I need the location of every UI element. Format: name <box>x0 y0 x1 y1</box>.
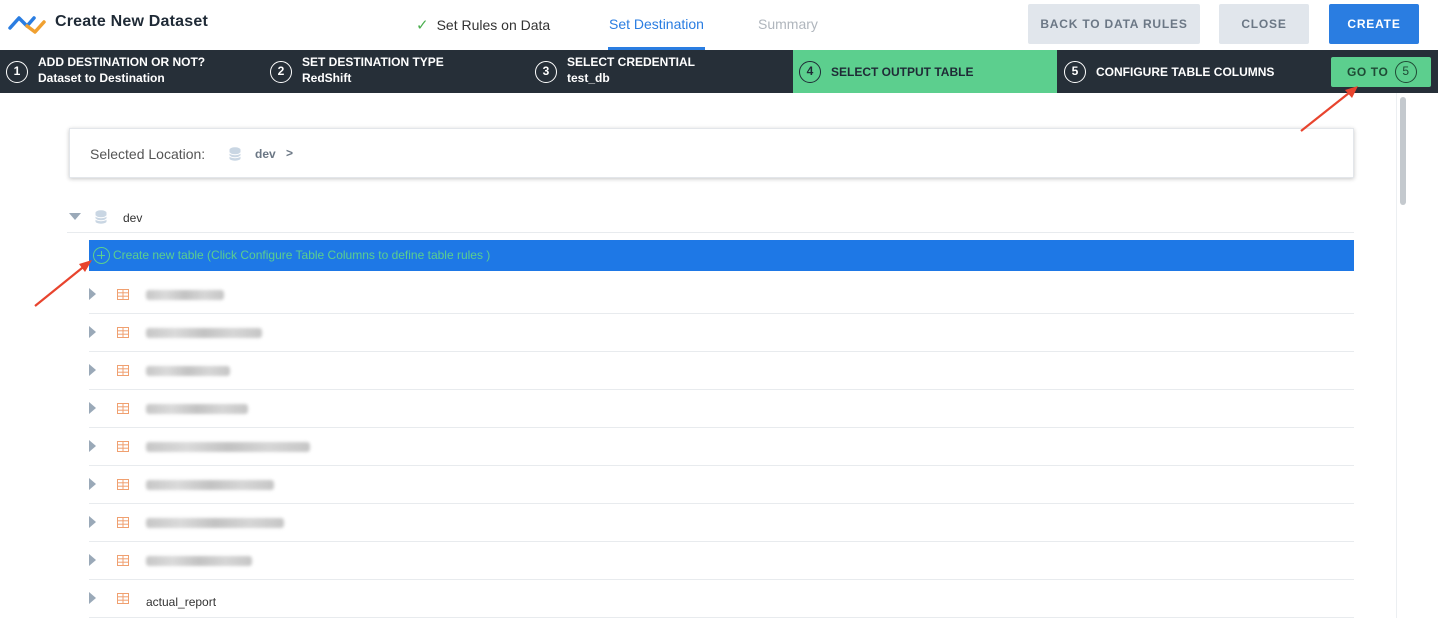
step-title: CONFIGURE TABLE COLUMNS <box>1096 65 1275 79</box>
go-to-step-button[interactable]: GO TO 5 <box>1331 57 1431 87</box>
vertical-scrollbar[interactable] <box>1396 93 1408 618</box>
caret-right-icon[interactable] <box>89 592 96 604</box>
caret-right-icon[interactable] <box>89 364 96 376</box>
go-to-label: GO TO <box>1347 65 1389 79</box>
step-value: RedShift <box>302 71 352 85</box>
checkmark-icon: ✓ <box>416 17 429 34</box>
tab-set-destination[interactable]: Set Destination <box>608 16 705 50</box>
selected-location-card: Selected Location: dev > <box>69 128 1354 178</box>
app-logo-icon <box>8 16 46 34</box>
step-number: 1 <box>6 61 28 83</box>
table-icon <box>117 479 129 490</box>
tab-summary[interactable]: Summary <box>758 16 818 50</box>
table-row[interactable]: actual_report <box>89 580 1354 618</box>
database-icon <box>229 147 241 161</box>
table-icon <box>117 441 129 452</box>
back-to-data-rules-button[interactable]: BACK TO DATA RULES <box>1028 4 1200 44</box>
tree-root-label: dev <box>123 211 143 225</box>
tree-root-dev[interactable]: dev <box>67 205 1354 233</box>
table-icon <box>117 555 129 566</box>
step-value: Dataset to Destination <box>38 71 165 85</box>
redacted-table-name <box>146 404 248 414</box>
breadcrumb-separator: > <box>286 146 294 160</box>
table-row[interactable] <box>89 352 1354 390</box>
table-icon <box>117 593 129 604</box>
caret-right-icon[interactable] <box>89 326 96 338</box>
table-row[interactable] <box>89 276 1354 314</box>
table-icon <box>117 327 129 338</box>
step-number: 5 <box>1064 61 1086 83</box>
step-select-output-table[interactable]: 4 SELECT OUTPUT TABLE <box>793 50 1057 93</box>
add-circle-icon <box>93 247 110 264</box>
create-new-table-label: Create new table (Click Configure Table … <box>113 248 491 262</box>
step-select-credential[interactable]: 3 SELECT CREDENTIAL test_db <box>529 50 793 93</box>
caret-right-icon[interactable] <box>89 402 96 414</box>
create-button[interactable]: CREATE <box>1329 4 1419 44</box>
database-icon <box>95 210 107 224</box>
step-value: test_db <box>567 71 610 85</box>
table-icon <box>117 289 129 300</box>
caret-right-icon[interactable] <box>89 516 96 528</box>
close-button[interactable]: CLOSE <box>1219 4 1309 44</box>
caret-right-icon[interactable] <box>89 554 96 566</box>
table-row[interactable] <box>89 428 1354 466</box>
steps-bar: 1 ADD DESTINATION OR NOT? Dataset to Des… <box>0 50 1438 93</box>
table-row[interactable] <box>89 390 1354 428</box>
redacted-table-name <box>146 518 284 528</box>
redacted-table-name <box>146 556 252 566</box>
scrollbar-thumb[interactable] <box>1400 97 1406 205</box>
table-list: actual_report <box>89 276 1354 618</box>
table-icon <box>117 403 129 414</box>
tab-set-rules[interactable]: ✓ Set Rules on Data <box>416 16 550 50</box>
redacted-table-name <box>146 290 224 300</box>
redacted-table-name <box>146 480 274 490</box>
table-row[interactable] <box>89 314 1354 352</box>
redacted-table-name <box>146 328 262 338</box>
top-bar: Create New Dataset ✓ Set Rules on Data Se… <box>0 0 1438 50</box>
breadcrumb-dev-link[interactable]: dev <box>255 147 276 161</box>
redacted-table-name <box>146 442 310 452</box>
table-name: actual_report <box>146 595 217 609</box>
step-configure-columns[interactable]: 5 CONFIGURE TABLE COLUMNS <box>1058 50 1328 93</box>
go-to-step-number: 5 <box>1395 61 1417 83</box>
step-destination-type[interactable]: 2 SET DESTINATION TYPE RedShift <box>264 50 528 93</box>
table-row[interactable] <box>89 504 1354 542</box>
page-title: Create New Dataset <box>55 13 208 30</box>
table-row[interactable] <box>89 542 1354 580</box>
step-title: SELECT CREDENTIAL <box>567 55 696 69</box>
selected-location-label: Selected Location: <box>90 146 206 162</box>
step-title: SELECT OUTPUT TABLE <box>831 65 974 79</box>
caret-right-icon[interactable] <box>89 440 96 452</box>
step-title: ADD DESTINATION OR NOT? <box>38 55 206 69</box>
step-number: 4 <box>799 61 821 83</box>
create-new-table-row[interactable]: Create new table (Click Configure Table … <box>89 240 1354 271</box>
step-add-destination[interactable]: 1 ADD DESTINATION OR NOT? Dataset to Des… <box>0 50 264 93</box>
step-title: SET DESTINATION TYPE <box>302 55 444 69</box>
redacted-table-name <box>146 366 230 376</box>
table-row[interactable] <box>89 466 1354 504</box>
caret-down-icon[interactable] <box>69 213 81 220</box>
step-number: 2 <box>270 61 292 83</box>
table-icon <box>117 517 129 528</box>
caret-right-icon[interactable] <box>89 288 96 300</box>
step-number: 3 <box>535 61 557 83</box>
caret-right-icon[interactable] <box>89 478 96 490</box>
table-icon <box>117 365 129 376</box>
tab-set-rules-label: Set Rules on Data <box>436 17 551 33</box>
